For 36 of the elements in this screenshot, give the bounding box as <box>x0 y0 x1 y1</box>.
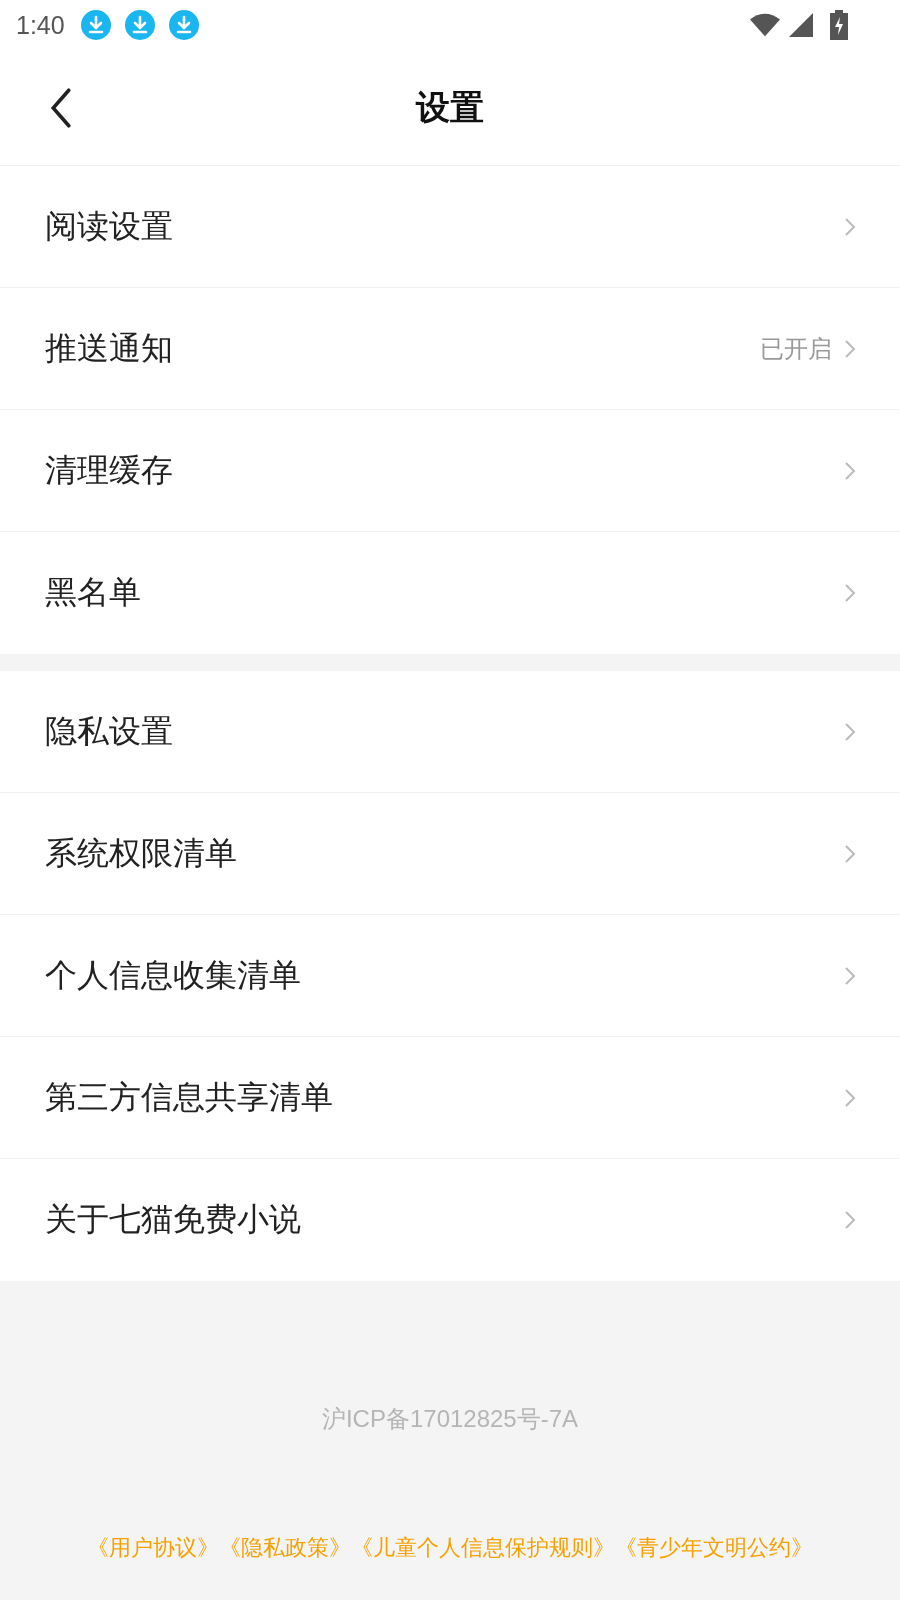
chevron-icon <box>844 965 856 986</box>
chevron-icon <box>844 338 856 359</box>
chevron-icon <box>844 583 856 603</box>
download-icon <box>168 10 199 40</box>
battery-icon <box>830 10 848 40</box>
page-title: 设置 <box>416 85 484 129</box>
item-label: 第三方信息共享清单 <box>45 1076 334 1118</box>
wifi-icon <box>750 13 780 37</box>
chevron-icon <box>844 1087 856 1108</box>
item-label: 推送通知 <box>45 327 174 369</box>
settings-item[interactable]: 推送通知 已开启 <box>0 288 900 410</box>
settings-item[interactable]: 第三方信息共享清单 <box>0 1037 900 1159</box>
item-label: 阅读设置 <box>45 205 174 247</box>
chevron-icon <box>844 216 856 237</box>
icp-number: 沪ICP备17012825号-7A <box>321 1404 579 1434</box>
settings-item[interactable]: 阅读设置 <box>0 166 900 288</box>
item-label: 个人信息收集清单 <box>45 954 302 996</box>
chevron-icon <box>844 460 856 481</box>
item-label: 黑名单 <box>45 572 142 613</box>
settings-item[interactable]: 隐私设置 <box>0 671 900 793</box>
settings-item[interactable]: 系统权限清单 <box>0 793 900 915</box>
item-label: 系统权限清单 <box>45 832 238 874</box>
item-label: 清理缓存 <box>45 449 174 491</box>
chevron-icon <box>844 721 856 742</box>
download-icon <box>80 10 111 40</box>
settings-item[interactable]: 清理缓存 <box>0 410 900 532</box>
item-label: 隐私设置 <box>45 710 174 752</box>
chevron-icon <box>844 843 856 864</box>
settings-item[interactable]: 个人信息收集清单 <box>0 915 900 1037</box>
chevron-icon <box>844 1210 856 1230</box>
download-icon <box>124 10 155 40</box>
status-time: 1:40 <box>16 10 65 40</box>
item-label: 关于七猫免费小说 <box>45 1199 302 1240</box>
settings-item[interactable]: 黑名单 <box>0 532 900 654</box>
item-status: 已开启 <box>760 333 832 365</box>
settings-item[interactable]: 关于七猫免费小说 <box>0 1159 900 1281</box>
